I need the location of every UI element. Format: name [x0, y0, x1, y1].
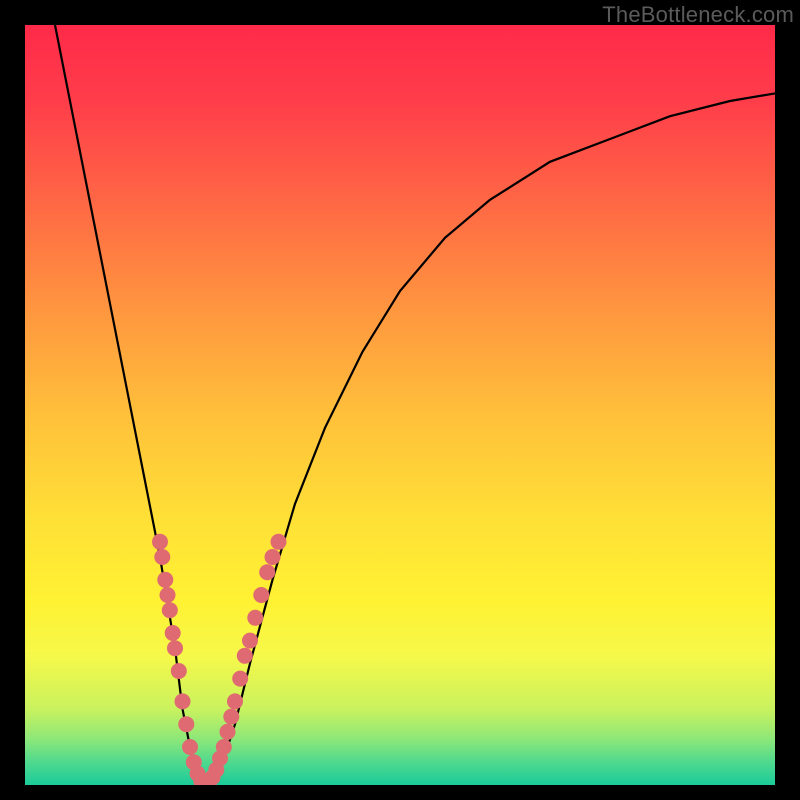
- data-point: [178, 716, 194, 732]
- data-point: [162, 602, 178, 618]
- data-point: [152, 534, 168, 550]
- data-point: [175, 693, 191, 709]
- data-point: [227, 693, 243, 709]
- data-point: [157, 572, 173, 588]
- data-point: [271, 534, 287, 550]
- watermark-label: TheBottleneck.com: [602, 2, 794, 28]
- data-point: [216, 739, 232, 755]
- data-point: [165, 625, 181, 641]
- data-point: [259, 564, 275, 580]
- data-point: [171, 663, 187, 679]
- data-point: [265, 549, 281, 565]
- data-point: [253, 587, 269, 603]
- data-point: [220, 724, 236, 740]
- data-point: [182, 739, 198, 755]
- data-point: [223, 709, 239, 725]
- data-point: [247, 610, 263, 626]
- data-point: [167, 640, 183, 656]
- chart-plot-area: [25, 25, 775, 785]
- chart-svg: [25, 25, 775, 785]
- data-point: [232, 671, 248, 687]
- data-point: [237, 648, 253, 664]
- data-point: [242, 633, 258, 649]
- data-points-group: [152, 534, 287, 785]
- data-point: [160, 587, 176, 603]
- bottleneck-curve: [55, 25, 775, 785]
- data-point: [154, 549, 170, 565]
